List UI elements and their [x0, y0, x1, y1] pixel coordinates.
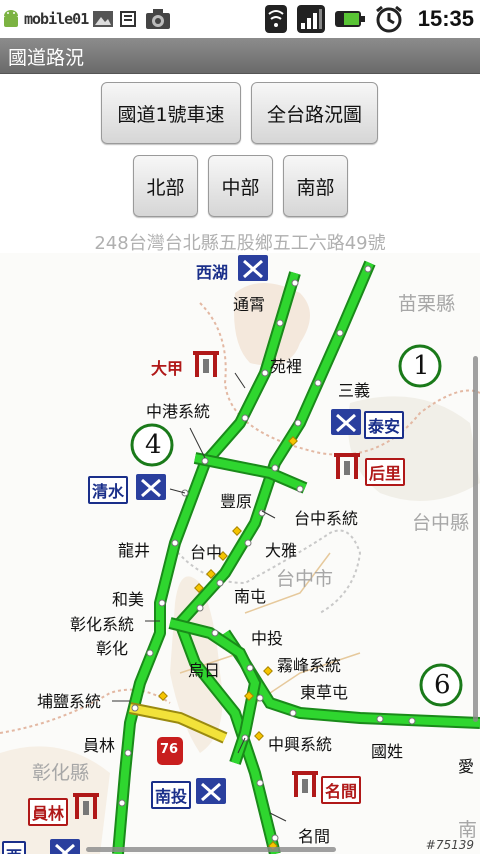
place-longjing: 龍井: [118, 541, 151, 560]
place-puyan-jct: 埔鹽系統: [37, 692, 102, 711]
place-changhua: 彰化: [96, 639, 129, 658]
place-sanyi: 三義: [338, 381, 371, 400]
county-label-taichung-city: 台中市: [276, 568, 334, 590]
toll-gate-icon: [193, 351, 219, 377]
notification-icons: mobile01: [2, 2, 172, 36]
toll-station-mingjian: 名間: [321, 776, 362, 804]
image-icon: [92, 8, 114, 30]
place-nantun: 南屯: [234, 587, 267, 606]
route-76-number: 76: [160, 742, 179, 757]
route-1-number: 1: [413, 351, 430, 381]
place-zhongtou: 中投: [251, 629, 284, 648]
status-bar: mobile01 15:35: [0, 0, 480, 38]
watermark: #75139: [425, 838, 474, 852]
place-fengyuan: 豐原: [220, 492, 253, 511]
traffic-map[interactable]: 苗栗縣 台中縣 台中市 彰化縣 南 1 4 6 76 通霄 苑裡 三義 中港系統…: [0, 253, 480, 854]
place-mingjian: 名間: [298, 827, 331, 846]
freeway-4: [194, 454, 307, 492]
service-area-nantou: 南投: [151, 781, 192, 809]
app-logo: mobile01: [24, 10, 89, 28]
place-yuanlin: 員林: [83, 736, 116, 755]
county-label-miaoli: 苗栗縣: [398, 293, 456, 315]
place-yuanli: 苑裡: [270, 357, 303, 376]
title-bar: 國道路況: [0, 38, 480, 74]
route-6-number: 6: [434, 670, 451, 700]
place-zhongxing-jct: 中興系統: [268, 735, 333, 754]
place-taichung: 台中: [190, 543, 223, 562]
route-4-number: 4: [145, 430, 162, 460]
place-hemei: 和美: [112, 590, 145, 609]
current-address: 248台灣台北縣五股鄉五工六路49號: [94, 233, 386, 254]
signal-icon: [296, 4, 326, 34]
toll-gate-icon: [292, 771, 318, 797]
island-traffic-map-button[interactable]: 全台路況圖: [251, 82, 378, 144]
toll-gate-icon: [334, 453, 360, 479]
freeway1-speed-button[interactable]: 國道1號車速: [101, 82, 241, 144]
battery-cycle-icon: [118, 8, 140, 30]
toll-station-houli: 后里: [365, 458, 406, 486]
county-label-changhua: 彰化縣: [32, 762, 90, 784]
place-daya: 大雅: [265, 541, 298, 560]
place-ai: 愛: [458, 757, 475, 776]
county-label-taichung-county: 台中縣: [412, 512, 470, 534]
toll-station-dajia: 大甲: [151, 359, 184, 378]
service-area-taian: 泰安: [364, 411, 405, 439]
place-zhonggang-jct: 中港系統: [146, 402, 211, 421]
vertical-scrollbar[interactable]: [473, 356, 478, 722]
place-taichung-jct: 台中系統: [294, 509, 359, 528]
android-icon: [2, 8, 20, 30]
system-icons: 15:35: [264, 2, 474, 36]
place-changhua-jct: 彰化系統: [70, 615, 135, 634]
battery-icon: [334, 8, 366, 30]
place-guoxing: 國姓: [371, 742, 404, 761]
south-region-button[interactable]: 南部: [283, 155, 348, 217]
north-region-button[interactable]: 北部: [133, 155, 198, 217]
central-region-button[interactable]: 中部: [208, 155, 273, 217]
service-area-xizhou: 西: [2, 841, 27, 854]
alarm-icon: [374, 4, 404, 34]
status-time: 15:35: [417, 6, 474, 31]
wifi-icon: [264, 4, 288, 34]
service-area-qingshui: 清水: [88, 476, 129, 504]
service-area-icon: [331, 409, 361, 435]
place-wufeng-jct: 霧峰系統: [277, 656, 342, 675]
service-area-xihu: 西湖: [196, 263, 229, 282]
page-title: 國道路況: [8, 47, 85, 69]
service-area-icon: [50, 839, 80, 854]
service-area-icon: [196, 778, 226, 804]
place-wuri: 烏日: [188, 661, 221, 680]
place-tongxiao: 通霄: [233, 295, 266, 314]
horizontal-scrollbar[interactable]: [86, 847, 336, 852]
service-area-icon: [136, 474, 166, 500]
toll-station-yuanlin: 員林: [28, 798, 69, 826]
place-caotun-east: 東草屯: [300, 683, 349, 702]
camera-icon: [144, 7, 172, 31]
service-area-icon: [238, 255, 268, 281]
